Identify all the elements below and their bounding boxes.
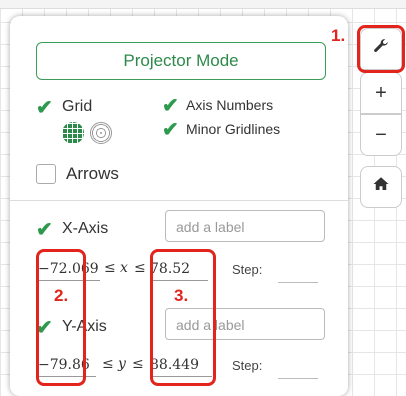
minus-icon: − [375,123,387,146]
x-leq-left: ≤ [104,260,116,276]
polar-grid-icon[interactable] [90,122,112,144]
grid-checkbox[interactable]: ✔ [36,98,53,118]
projector-mode-button[interactable]: Projector Mode [36,42,326,80]
arrows-checkbox[interactable] [36,164,56,184]
x-axis-checkbox[interactable]: ✔ [36,220,53,240]
x-step-label: Step: [232,262,263,277]
annotation-label-1: 1. [331,26,346,45]
axis-numbers-label: Axis Numbers [186,97,274,113]
graph-header-strip [0,0,406,9]
home-icon [372,175,390,199]
y-variable: y [118,356,126,372]
plus-icon: + [375,81,387,104]
annotation-label-3: 3. [174,286,189,305]
section-divider [10,200,348,201]
annotation-box-2 [36,249,86,386]
y-step-input[interactable] [278,356,318,379]
minor-gridlines-label: Minor Gridlines [186,121,281,137]
x-axis-label: X-Axis [62,220,109,237]
y-leq-right: ≤ [132,356,144,372]
y-step-label: Step: [232,358,263,373]
cartesian-grid-icon[interactable] [62,122,84,144]
default-viewport-button[interactable] [360,166,402,208]
x-step-input[interactable] [278,260,318,283]
x-leq-right: ≤ [134,260,146,276]
annotation-box-1 [357,25,405,73]
zoom-out-button[interactable]: − [360,114,402,156]
grid-label: Grid [62,98,93,115]
x-variable: x [120,260,128,276]
axis-numbers-checkbox[interactable]: ✔ [162,96,179,116]
y-leq-left: ≤ [102,356,114,372]
annotation-box-3 [150,249,216,386]
minor-gridlines-checkbox[interactable]: ✔ [162,120,179,140]
annotation-label-2: 2. [54,286,69,305]
x-axis-label-input[interactable]: add a label [165,210,325,242]
arrows-label: Arrows [66,164,119,183]
zoom-in-button[interactable]: + [360,72,402,114]
